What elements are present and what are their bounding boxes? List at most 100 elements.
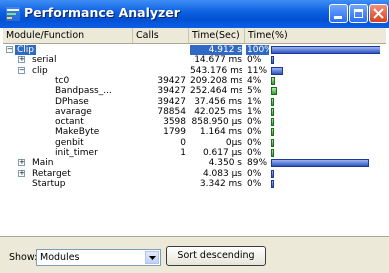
performance-analyzer-window: Performance Analyzer Module/Function Cal…: [0, 0, 389, 273]
row-name: Clip: [15, 45, 36, 55]
row-percent: 0%: [247, 127, 262, 138]
row-percent: 5%: [247, 86, 262, 97]
expand-icon[interactable]: +: [18, 169, 25, 177]
minimize-icon: [334, 16, 342, 19]
tree-row[interactable]: avarage 78854 42.025 ms 1%: [3, 107, 386, 117]
row-name: avarage: [55, 106, 92, 117]
time-percent-bar: [271, 107, 274, 116]
show-label: Show:: [9, 252, 38, 263]
show-dropdown[interactable]: Modules: [36, 249, 161, 266]
row-calls: 78854: [157, 106, 186, 117]
row-name: clip: [32, 65, 48, 76]
sort-descending-button[interactable]: Sort descending: [166, 246, 266, 266]
row-percent: 100%: [246, 45, 269, 56]
window-title: Performance Analyzer: [24, 5, 180, 20]
column-header-module-function[interactable]: Module/Function: [3, 28, 133, 43]
row-name-cell: Bandpass_...: [53, 86, 131, 96]
bottom-panel: Show: Modules Sort descending: [0, 236, 389, 273]
row-percent: 1%: [247, 96, 262, 107]
expand-icon[interactable]: +: [18, 159, 25, 167]
row-name: init_timer: [55, 148, 98, 158]
time-percent-bar: [271, 56, 274, 65]
row-percent: 11%: [247, 65, 268, 76]
row-calls: [133, 45, 186, 55]
row-percent: 89%: [247, 158, 268, 169]
row-time: 4.912 s: [190, 45, 242, 56]
row-time: 42.025 ms: [194, 106, 242, 117]
tree-row[interactable]: Bandpass_... 39427 252.464 ms 5%: [3, 86, 386, 96]
row-name: Retarget: [32, 168, 71, 179]
function-tree-list[interactable]: −Clip4.912 s100%+serial14.677 ms0%−clip5…: [3, 44, 386, 236]
tree-row[interactable]: genbit 0 0µs 0%: [3, 138, 386, 148]
row-time: 3.342 ms: [199, 178, 242, 189]
row-name-cell: init_timer: [53, 148, 131, 158]
time-percent-bar: [271, 66, 283, 75]
row-calls: [133, 66, 186, 76]
expand-icon[interactable]: +: [18, 56, 25, 64]
tree-row[interactable]: DPhase 39427 37.456 ms 1%: [3, 97, 386, 107]
title-bar[interactable]: Performance Analyzer: [0, 0, 389, 28]
column-header-time-sec[interactable]: Time(Sec): [189, 28, 245, 43]
collapse-icon[interactable]: −: [18, 66, 25, 74]
tree-row[interactable]: + Main 4.350 s 89%: [3, 158, 386, 168]
row-bar-cell: [270, 138, 380, 148]
row-time: 0.617 µs: [202, 148, 242, 158]
row-time: 543.176 ms: [190, 65, 242, 76]
row-name-cell: Retarget: [30, 169, 131, 179]
row-calls: [133, 179, 186, 189]
row-name-cell: octant: [53, 117, 131, 127]
time-percent-bar: [271, 76, 275, 85]
row-bar-cell: [270, 107, 380, 117]
row-name: tc0: [55, 75, 70, 86]
time-percent-bar: [271, 138, 274, 147]
time-percent-bar: [271, 97, 274, 106]
collapse-icon[interactable]: −: [6, 46, 13, 53]
tree-row[interactable]: octant 3598 858.950 µs 0%: [3, 117, 386, 127]
row-time: 209.208 ms: [190, 75, 242, 86]
row-name-cell: tc0: [53, 76, 131, 86]
maximize-icon: [354, 9, 363, 18]
row-bar-cell: [270, 55, 380, 65]
dropdown-arrow-button[interactable]: [145, 251, 159, 264]
row-percent: 0%: [247, 178, 262, 189]
time-percent-bar: [271, 179, 274, 188]
row-time: 252.464 ms: [190, 86, 242, 97]
row-name: octant: [55, 117, 84, 128]
row-bar-cell: [270, 148, 380, 158]
time-percent-bar: [271, 87, 277, 96]
tree-row[interactable]: + Retarget 4.083 µs 0%: [3, 169, 386, 179]
row-name: Bandpass_...: [55, 86, 112, 97]
row-time: 4.350 s: [208, 158, 242, 169]
row-percent: 0%: [247, 168, 262, 179]
tree-row[interactable]: − clip 543.176 ms 11%: [3, 66, 386, 76]
app-icon: [6, 7, 20, 21]
tree-row[interactable]: + serial 14.677 ms 0%: [3, 55, 386, 65]
row-bar-cell: [270, 127, 380, 137]
tree-row[interactable]: −Clip 4.912 s 100%: [3, 45, 386, 56]
row-time: 4.083 µs: [202, 168, 242, 179]
minimize-button[interactable]: [329, 4, 348, 23]
row-bar-cell: [270, 97, 380, 107]
tree-row[interactable]: Startup 3.342 ms 0%: [3, 179, 386, 189]
row-name: Main: [32, 158, 54, 169]
time-percent-bar: [271, 118, 274, 127]
row-name: DPhase: [55, 96, 89, 107]
row-percent: 0%: [247, 117, 262, 128]
column-header-calls[interactable]: Calls: [133, 28, 189, 43]
column-header-time-pct[interactable]: Time(%): [245, 28, 386, 43]
row-name-cell: MakeByte: [53, 127, 131, 137]
row-bar-cell: [270, 86, 380, 96]
maximize-button[interactable]: [349, 4, 368, 23]
row-name: Startup: [32, 178, 66, 189]
row-name-cell: Startup: [30, 179, 131, 189]
row-bar-cell: [270, 169, 380, 179]
column-header: Module/Function Calls Time(Sec) Time(%): [3, 28, 386, 44]
row-calls: [133, 169, 186, 179]
tree-row[interactable]: tc0 39427 209.208 ms 4%: [3, 76, 386, 86]
tree-row[interactable]: init_timer 1 0.617 µs 0%: [3, 148, 386, 158]
row-time: 1.164 ms: [199, 127, 242, 138]
tree-row[interactable]: MakeByte 1799 1.164 ms 0%: [3, 127, 386, 137]
time-percent-bar: [271, 169, 274, 178]
close-button[interactable]: [369, 4, 388, 23]
row-calls: 3598: [163, 117, 186, 128]
